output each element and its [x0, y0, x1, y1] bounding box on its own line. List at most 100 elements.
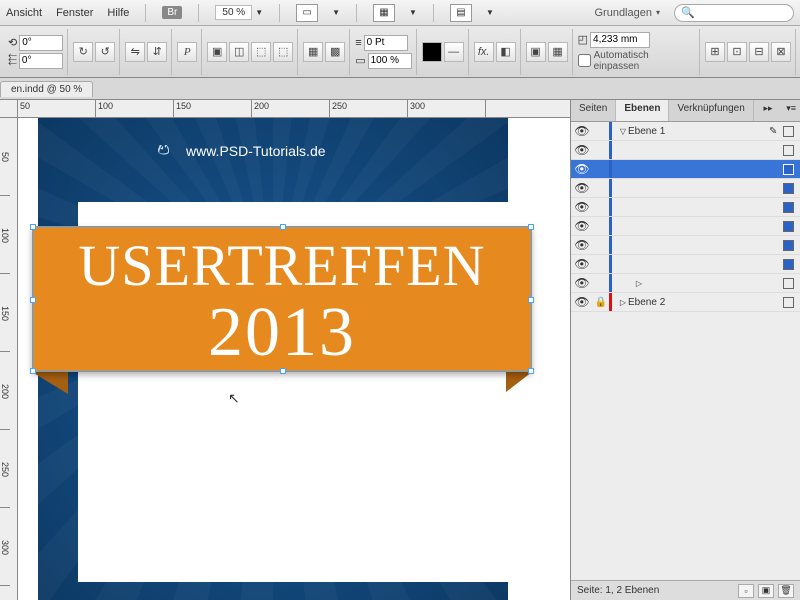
visibility-toggle[interactable]: 👁	[571, 219, 593, 233]
ruler-vertical[interactable]: 50100150200250300	[0, 118, 18, 600]
visibility-toggle[interactable]: 👁	[571, 200, 593, 214]
pen-icon: ✎	[769, 126, 783, 137]
screen-mode-button[interactable]: ▭	[296, 4, 318, 22]
selection-square[interactable]	[783, 145, 794, 156]
document-tab[interactable]: en.indd @ 50 %	[0, 81, 93, 97]
rotate-cw-button[interactable]: ↻	[73, 42, 93, 62]
visibility-toggle[interactable]: 👁	[571, 257, 593, 271]
select-next-button[interactable]: ⬚	[273, 42, 293, 62]
select-prev-button[interactable]: ⬚	[251, 42, 271, 62]
center-content-button[interactable]: ⊟	[749, 42, 769, 62]
text-p-icon[interactable]: P	[177, 42, 197, 62]
layer-color-bar	[609, 274, 612, 292]
wrap-around-button[interactable]: ▦	[548, 42, 568, 62]
flip-h-button[interactable]: ⇋	[125, 42, 145, 62]
zoom-dropdown[interactable]: 50 % ▼	[215, 5, 263, 20]
selection-square[interactable]	[783, 202, 794, 213]
layer-row[interactable]: 👁	[571, 198, 800, 217]
panel-collapse-button[interactable]: ▸▸	[759, 100, 776, 121]
tab-links[interactable]: Verknüpfungen	[669, 100, 753, 121]
fx-button[interactable]: fx.	[474, 42, 494, 62]
selection-square[interactable]	[783, 297, 794, 308]
selection-square[interactable]	[783, 240, 794, 251]
opacity-button[interactable]: ◧	[496, 42, 516, 62]
autofit-checkbox[interactable]: Automatisch einpassen	[578, 50, 695, 72]
scale-field[interactable]: ▭	[355, 53, 411, 69]
layers-list: 👁▽Ebene 1✎👁👁👁👁👁👁👁👁▷👁🔒▷Ebene 2	[571, 122, 800, 580]
stroke-style-button[interactable]: —	[444, 42, 464, 62]
visibility-toggle[interactable]: 👁	[571, 238, 593, 252]
layer-color-bar	[609, 217, 612, 235]
tab-pages[interactable]: Seiten	[571, 100, 616, 121]
wrap-none-button[interactable]: ▣	[526, 42, 546, 62]
fit-frame-button[interactable]: ⊡	[727, 42, 747, 62]
fit-content-button[interactable]: ⊞	[705, 42, 725, 62]
layer-row[interactable]: 👁	[571, 141, 800, 160]
stroke-weight-field[interactable]: ≡	[355, 35, 411, 51]
menu-window[interactable]: Fenster	[56, 7, 93, 19]
tab-layers[interactable]: Ebenen	[616, 100, 669, 121]
search-input[interactable]: 🔍	[674, 4, 794, 22]
bridge-button[interactable]: Br	[162, 6, 182, 19]
panel-tabs: Seiten Ebenen Verknüpfungen ▸▸ ▾≡	[571, 100, 800, 122]
layer-color-bar	[609, 160, 612, 178]
rotate-field-1[interactable]: ⟲	[8, 35, 63, 51]
ruler-tick: 150	[0, 274, 10, 352]
frame-width-field[interactable]: ◰	[578, 32, 695, 48]
fill-frame-button[interactable]: ⊠	[771, 42, 791, 62]
visibility-toggle[interactable]: 👁	[571, 295, 593, 309]
view-options-button[interactable]: ▤	[450, 4, 472, 22]
selection-square[interactable]	[783, 259, 794, 270]
effects-a-button[interactable]: ▦	[303, 42, 323, 62]
layer-row[interactable]: 👁	[571, 255, 800, 274]
visibility-toggle[interactable]: 👁	[571, 143, 593, 157]
disclosure-toggle[interactable]: ▷	[634, 279, 644, 288]
disclosure-toggle[interactable]: ▷	[618, 298, 628, 307]
main-area: 50100150200250300 50100150200250300 ᳩ ww…	[0, 100, 800, 600]
lock-toggle[interactable]: 🔒	[593, 297, 609, 308]
layer-row[interactable]: 👁 ▽Ebene 1✎	[571, 122, 800, 141]
flip-v-button[interactable]: ⇵	[147, 42, 167, 62]
visibility-toggle[interactable]: 👁	[571, 124, 593, 138]
menu-help[interactable]: Hilfe	[107, 7, 129, 19]
ruler-origin[interactable]	[0, 100, 18, 118]
chevron-down-icon: ▼	[255, 8, 263, 17]
orange-banner[interactable]: USERTREFFEN 2013	[32, 226, 532, 372]
ruler-horizontal[interactable]: 50100150200250300	[18, 100, 570, 118]
select-container-button[interactable]: ▣	[207, 42, 227, 62]
selection-square[interactable]	[783, 278, 794, 289]
selection-square[interactable]	[783, 164, 794, 175]
layer-row[interactable]: 👁▷	[571, 274, 800, 293]
workspace-switcher[interactable]: Grundlagen ▾	[594, 7, 660, 19]
layer-row[interactable]: 👁	[571, 179, 800, 198]
ruler-tick: 200	[252, 100, 330, 117]
separator	[145, 4, 146, 22]
visibility-toggle[interactable]: 👁	[571, 276, 593, 290]
selection-square[interactable]	[783, 183, 794, 194]
select-content-button[interactable]: ◫	[229, 42, 249, 62]
layer-row[interactable]: 👁	[571, 160, 800, 179]
fill-swatch[interactable]	[422, 42, 442, 62]
arrange-button[interactable]: ▦	[373, 4, 395, 22]
rotate-ccw-button[interactable]: ↺	[95, 42, 115, 62]
panel-menu-button[interactable]: ▾≡	[782, 100, 800, 121]
selection-square[interactable]	[783, 126, 794, 137]
layer-name[interactable]: Ebene 1	[628, 126, 769, 137]
disclosure-toggle[interactable]: ▽	[618, 127, 628, 136]
canvas[interactable]: ᳩ www.PSD-Tutorials.de USERTREFFEN 2013	[18, 118, 570, 600]
layer-row[interactable]: 👁	[571, 236, 800, 255]
rotate-field-2[interactable]: ⬱	[8, 53, 63, 69]
visibility-toggle[interactable]: 👁	[571, 162, 593, 176]
cursor-icon: ↖	[228, 390, 240, 407]
visibility-toggle[interactable]: 👁	[571, 181, 593, 195]
layer-row[interactable]: 👁🔒 ▷Ebene 2	[571, 293, 800, 312]
effects-b-button[interactable]: ▩	[325, 42, 345, 62]
selection-square[interactable]	[783, 221, 794, 232]
menu-view[interactable]: Ansicht	[6, 7, 42, 19]
new-layer-button[interactable]: ▣	[758, 584, 774, 598]
layer-row[interactable]: 👁	[571, 217, 800, 236]
layer-name[interactable]: Ebene 2	[628, 297, 769, 308]
new-sublayer-button[interactable]: ▫	[738, 584, 754, 598]
delete-layer-button[interactable]: 🗑	[778, 584, 794, 598]
autofit-label: Automatisch einpassen	[594, 50, 695, 72]
